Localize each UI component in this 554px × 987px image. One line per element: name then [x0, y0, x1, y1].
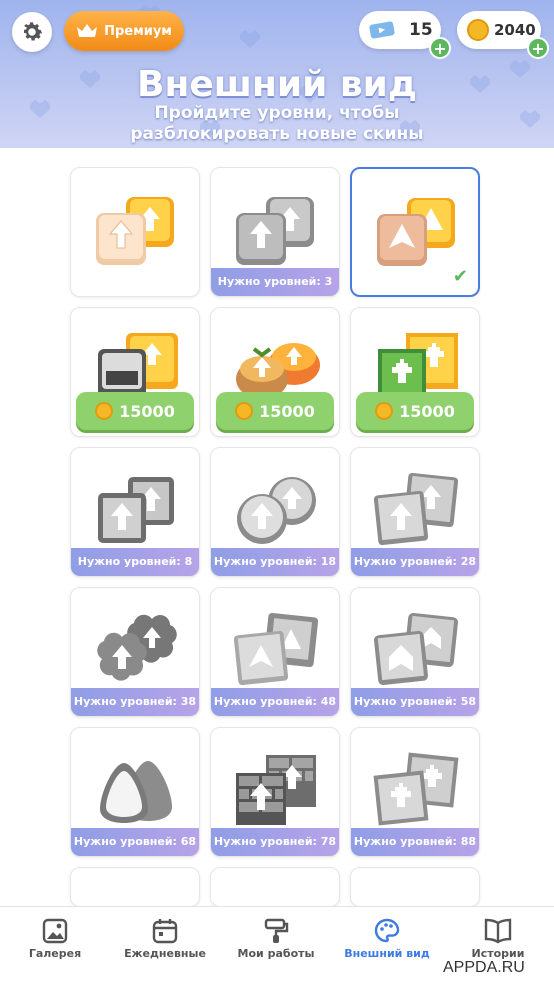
tab-label: Мои работы [237, 947, 315, 960]
book-icon [484, 918, 512, 944]
coin-icon [95, 402, 114, 420]
crown-icon [77, 24, 98, 37]
gallery-icon [42, 918, 68, 944]
coin-icon [235, 402, 254, 420]
skin-card[interactable]: Нужно уровней: 68 [70, 727, 200, 857]
skin-cloud-icon [97, 614, 177, 681]
skin-pixel-locked-icon [373, 752, 459, 826]
page-subtitle: Пройдите уровни, чтобы разблокировать но… [130, 103, 424, 144]
skin-card[interactable]: 15000 [350, 307, 480, 437]
settings-button[interactable] [12, 12, 52, 52]
skin-card[interactable]: Нужно уровней: 18 [210, 447, 340, 577]
skin-card[interactable] [350, 867, 480, 907]
buy-skin-button[interactable]: 15000 [356, 392, 474, 430]
header-banner: Премиум 15 + 2040 + Внешний вид Пройдите… [0, 0, 554, 148]
tab-daily[interactable]: Ежедневные [110, 907, 220, 987]
level-requirement-badge: Нужно уровней: 48 [211, 688, 339, 716]
tab-my-works[interactable]: Мои работы [220, 907, 332, 987]
level-requirement-badge: Нужно уровней: 28 [351, 548, 479, 576]
premium-button[interactable]: Премиум [64, 11, 184, 51]
skin-triangle-locked-icon [233, 612, 319, 686]
level-requirement-badge: Нужно уровней: 68 [71, 828, 199, 856]
price-value: 15000 [399, 401, 455, 421]
page-title: Внешний вид [137, 64, 417, 105]
selected-check-icon: ✔ [452, 266, 468, 287]
gear-icon [23, 22, 43, 41]
skin-triangle-icon [377, 198, 455, 266]
level-requirement-badge: Нужно уровней: 78 [211, 828, 339, 856]
tab-label: Галерея [28, 947, 82, 960]
calendar-icon [152, 919, 178, 944]
level-requirement-badge: Нужно уровней: 3 [211, 268, 339, 296]
skin-card[interactable]: Нужно уровней: 78 [210, 727, 340, 857]
skin-card[interactable]: Нужно уровней: 58 [350, 587, 480, 717]
level-requirement-badge: Нужно уровней: 8 [71, 548, 199, 576]
skin-card[interactable]: Нужно уровней: 38 [70, 587, 200, 717]
skin-drop-icon [100, 761, 172, 823]
coin-icon [375, 402, 394, 420]
add-tickets-button[interactable]: + [429, 37, 451, 59]
tickets-count: 15 [409, 20, 433, 40]
price-value: 15000 [119, 401, 175, 421]
skin-card[interactable]: 15000 [210, 307, 340, 437]
skin-card[interactable] [70, 167, 200, 297]
skin-classic-icon [96, 197, 174, 265]
tab-gallery[interactable]: Галерея [0, 907, 110, 987]
skin-card[interactable] [210, 867, 340, 907]
coins-count: 2040 [494, 21, 536, 39]
paint-roller-icon [264, 918, 289, 943]
skin-circle-icon [237, 477, 316, 544]
skin-square-icon [373, 472, 459, 546]
skin-brick-icon [236, 755, 316, 825]
watermark-text: APPDA.RU [443, 959, 525, 976]
tab-label: Внешний вид [344, 947, 430, 960]
level-requirement-badge: Нужно уровней: 18 [211, 548, 339, 576]
palette-icon [374, 918, 400, 943]
skin-classic-locked-icon [236, 197, 314, 265]
tab-label: Ежедневные [124, 947, 206, 960]
skin-card[interactable]: Нужно уровней: 88 [350, 727, 480, 857]
skin-card[interactable]: Нужно уровней: 48 [210, 587, 340, 717]
tab-appearance[interactable]: Внешний вид [332, 907, 442, 987]
skin-card[interactable]: Нужно уровней: 8 [70, 447, 200, 577]
premium-label: Премиум [104, 23, 172, 39]
price-value: 15000 [259, 401, 315, 421]
ticket-icon [369, 21, 395, 39]
skin-card[interactable] [70, 867, 200, 907]
level-requirement-badge: Нужно уровней: 58 [351, 688, 479, 716]
level-requirement-badge: Нужно уровней: 88 [351, 828, 479, 856]
skin-chevron-icon [374, 613, 458, 685]
skin-card[interactable]: Нужно уровней: 28 [350, 447, 480, 577]
skin-frame-icon [98, 477, 174, 543]
skin-card-selected[interactable]: ✔ [350, 167, 480, 297]
level-requirement-badge: Нужно уровней: 38 [71, 688, 199, 716]
coin-icon [467, 19, 489, 41]
add-coins-button[interactable]: + [527, 37, 549, 59]
skin-card[interactable]: Нужно уровней: 3 [210, 167, 340, 297]
skin-card[interactable]: 15000 [70, 307, 200, 437]
buy-skin-button[interactable]: 15000 [216, 392, 334, 430]
buy-skin-button[interactable]: 15000 [76, 392, 194, 430]
